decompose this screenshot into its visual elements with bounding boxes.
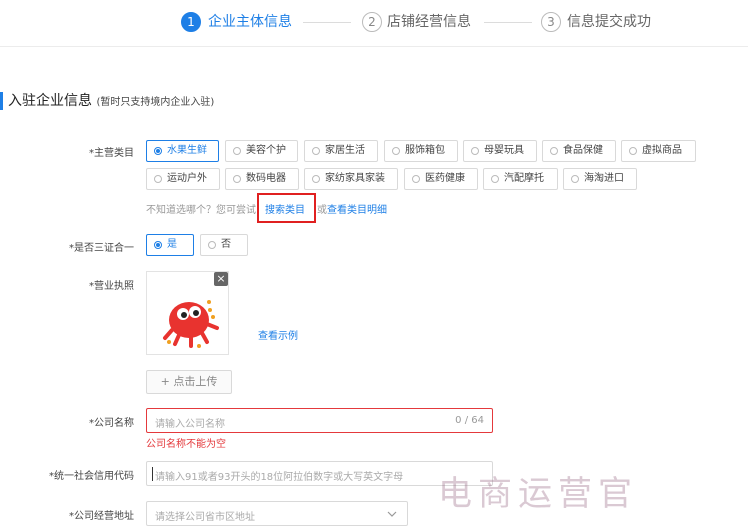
category-option[interactable]: 医药健康: [404, 168, 478, 190]
radio-icon: [154, 241, 162, 249]
step-1-label: 企业主体信息: [208, 14, 292, 30]
category-option[interactable]: 虚拟商品: [621, 140, 696, 162]
section-title-text: 入驻企业信息: [8, 93, 92, 109]
radio-icon: [571, 175, 579, 183]
radio-icon: [471, 147, 479, 155]
category-option[interactable]: 家纺家具家装: [304, 168, 398, 190]
company-name-error: 公司名称不能为空: [146, 439, 226, 450]
text-cursor: [152, 467, 153, 481]
radio-icon: [550, 147, 558, 155]
category-option[interactable]: 服饰箱包: [384, 140, 458, 162]
category-option[interactable]: 母婴玩具: [463, 140, 537, 162]
radio-icon: [208, 241, 216, 249]
section-marker: [0, 92, 3, 110]
or-text: 或: [317, 205, 327, 216]
step-connector: [484, 22, 532, 23]
category-option[interactable]: 食品保健: [542, 140, 616, 162]
address-label: *公司经营地址: [69, 511, 134, 522]
category-option[interactable]: 家居生活: [304, 140, 378, 162]
company-name-input[interactable]: 请输入公司名称 0 / 64: [146, 408, 493, 433]
radio-icon: [412, 175, 420, 183]
license-label: *营业执照: [89, 281, 134, 292]
example-link[interactable]: 查看示例: [258, 327, 298, 342]
category-option[interactable]: 海淘进口: [563, 168, 637, 190]
radio-icon: [312, 175, 320, 183]
upload-button[interactable]: + 点击上传: [146, 370, 232, 394]
step-3-label: 信息提交成功: [567, 14, 651, 30]
radio-icon: [154, 175, 162, 183]
category-option[interactable]: 美容个护: [225, 140, 298, 162]
radio-icon: [392, 147, 400, 155]
radio-icon: [154, 147, 162, 155]
category-detail-link[interactable]: 查看类目明细: [327, 201, 387, 216]
category-option[interactable]: 汽配摩托: [483, 168, 558, 190]
radio-icon: [312, 147, 320, 155]
three-in-one-label: *是否三证合一: [69, 243, 134, 254]
radio-icon: [233, 147, 241, 155]
company-name-label: *公司名称: [89, 418, 134, 429]
steps-bar: 1 企业主体信息 2 店铺经营信息 3 信息提交成功: [0, 0, 748, 47]
step-3-number: 3: [541, 12, 561, 32]
close-icon[interactable]: ×: [214, 272, 228, 286]
step-2-number: 2: [362, 12, 382, 32]
address-select[interactable]: 请选择公司省市区地址: [146, 501, 408, 526]
step-connector: [303, 22, 351, 23]
address-placeholder: 请选择公司省市区地址: [155, 512, 255, 523]
category-hint: 不知道选哪个？您可尝试: [146, 205, 256, 216]
chevron-down-icon: [387, 511, 397, 517]
credit-code-label: *统一社会信用代码: [49, 471, 134, 482]
company-name-count: 0 / 64: [455, 415, 484, 426]
watermark-text: 电商运营官: [438, 474, 638, 514]
category-option[interactable]: 运动户外: [146, 168, 220, 190]
credit-code-placeholder: 请输入91或者93开头的18位阿拉伯数字或大写英文字母: [155, 472, 404, 483]
three-in-one-no[interactable]: 否: [200, 234, 248, 256]
section-note: (暂时只支持境内企业入驻): [96, 97, 215, 108]
search-category-link[interactable]: 搜索类目: [265, 201, 305, 216]
section-title: 入驻企业信息 (暂时只支持境内企业入驻): [8, 90, 214, 110]
category-option[interactable]: 数码电器: [225, 168, 299, 190]
company-name-placeholder: 请输入公司名称: [155, 419, 225, 430]
radio-icon: [629, 147, 637, 155]
step-2-label: 店铺经营信息: [387, 14, 471, 30]
radio-icon: [233, 175, 241, 183]
radio-icon: [491, 175, 499, 183]
category-label: *主营类目: [89, 148, 134, 159]
category-option[interactable]: 水果生鲜: [146, 140, 219, 162]
three-in-one-yes[interactable]: 是: [146, 234, 194, 256]
step-1-number: 1: [181, 12, 201, 32]
